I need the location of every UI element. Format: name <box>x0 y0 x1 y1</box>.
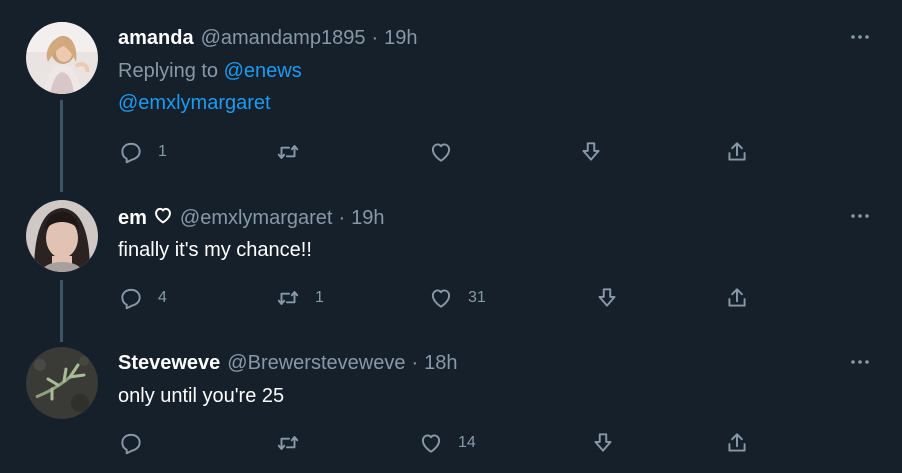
reply-button[interactable] <box>118 429 158 457</box>
tweet-steveweve[interactable]: Steveweve @Brewersteveweve · 18h only un… <box>0 340 902 473</box>
like-button[interactable] <box>428 138 468 166</box>
display-name[interactable]: Steveweve <box>118 352 220 375</box>
more-options-button[interactable] <box>848 25 872 49</box>
tweet-header: em @emxlymargaret · 19h <box>118 206 385 230</box>
mention-link[interactable]: @emxlymargaret <box>118 92 271 114</box>
more-options-button[interactable] <box>848 350 872 374</box>
share-icon <box>728 142 746 161</box>
tweet-amanda[interactable]: amanda @amandamp1895 · 19h Replying to @… <box>0 0 902 192</box>
share-icon <box>728 288 746 307</box>
like-icon <box>421 434 441 453</box>
like-count: 14 <box>458 434 476 451</box>
separator-dot: · <box>411 352 419 374</box>
replying-to-label: Replying to <box>118 60 219 82</box>
retweet-button[interactable] <box>275 429 315 457</box>
user-handle[interactable]: @amandamp1895 <box>201 27 366 50</box>
thread-connector <box>60 280 63 342</box>
tweet-text: only until you're 25 <box>118 385 285 407</box>
bookmark-download-icon <box>582 142 600 161</box>
reply-icon <box>121 288 141 310</box>
like-icon <box>431 143 451 162</box>
heart-outline-icon <box>153 206 173 230</box>
like-button[interactable]: 31 <box>428 284 486 312</box>
tweet-actions: 1 <box>118 138 768 166</box>
separator-dot: · <box>338 207 346 229</box>
share-icon <box>728 433 746 452</box>
timestamp[interactable]: 18h <box>424 352 457 375</box>
separator-dot: · <box>371 27 379 49</box>
tweet-text: finally it's my chance!! <box>118 239 312 261</box>
retweet-button[interactable] <box>275 138 315 166</box>
share-button[interactable] <box>724 284 750 312</box>
reply-count: 4 <box>158 289 167 306</box>
retweet-button[interactable]: 1 <box>275 284 324 312</box>
like-count: 31 <box>468 289 486 306</box>
bookmark-button[interactable] <box>590 429 616 457</box>
reply-count: 1 <box>158 143 167 160</box>
replying-to-line-2: @emxlymargaret <box>118 92 271 115</box>
reply-button[interactable]: 1 <box>118 138 167 166</box>
like-button[interactable]: 14 <box>418 429 476 457</box>
tweet-header: amanda @amandamp1895 · 19h <box>118 27 418 50</box>
tweet-header: Steveweve @Brewersteveweve · 18h <box>118 352 458 375</box>
mention-link[interactable]: @enews <box>224 60 302 82</box>
tweet-actions: 14 <box>118 429 768 457</box>
share-button[interactable] <box>724 138 750 166</box>
bookmark-download-icon <box>598 288 616 307</box>
display-name[interactable]: amanda <box>118 27 194 50</box>
bookmark-button[interactable] <box>578 138 604 166</box>
share-button[interactable] <box>724 429 750 457</box>
reply-thread: amanda @amandamp1895 · 19h Replying to @… <box>0 0 902 473</box>
tweet-em[interactable]: em @emxlymargaret · 19h finally it's my … <box>0 190 902 342</box>
avatar[interactable] <box>26 200 98 272</box>
like-icon <box>431 289 451 308</box>
reply-icon <box>121 142 141 164</box>
more-icon <box>851 214 869 218</box>
more-icon <box>851 35 869 39</box>
timestamp[interactable]: 19h <box>351 207 384 230</box>
retweet-icon <box>277 291 299 305</box>
retweet-count: 1 <box>315 289 324 306</box>
more-icon <box>851 360 869 364</box>
reply-button[interactable]: 4 <box>118 284 167 312</box>
timestamp[interactable]: 19h <box>384 27 417 50</box>
bookmark-button[interactable] <box>594 284 620 312</box>
thread-connector <box>60 100 63 192</box>
user-handle[interactable]: @emxlymargaret <box>180 207 333 230</box>
more-options-button[interactable] <box>848 204 872 228</box>
bookmark-download-icon <box>594 433 612 452</box>
avatar[interactable] <box>26 347 98 419</box>
retweet-icon <box>277 145 299 159</box>
display-name[interactable]: em <box>118 207 147 230</box>
replying-to-line: Replying to @enews <box>118 60 302 83</box>
reply-icon <box>121 433 141 455</box>
tweet-actions: 4 1 31 <box>118 284 768 312</box>
retweet-icon <box>277 436 299 450</box>
user-handle[interactable]: @Brewersteveweve <box>227 352 405 375</box>
avatar[interactable] <box>26 22 98 94</box>
